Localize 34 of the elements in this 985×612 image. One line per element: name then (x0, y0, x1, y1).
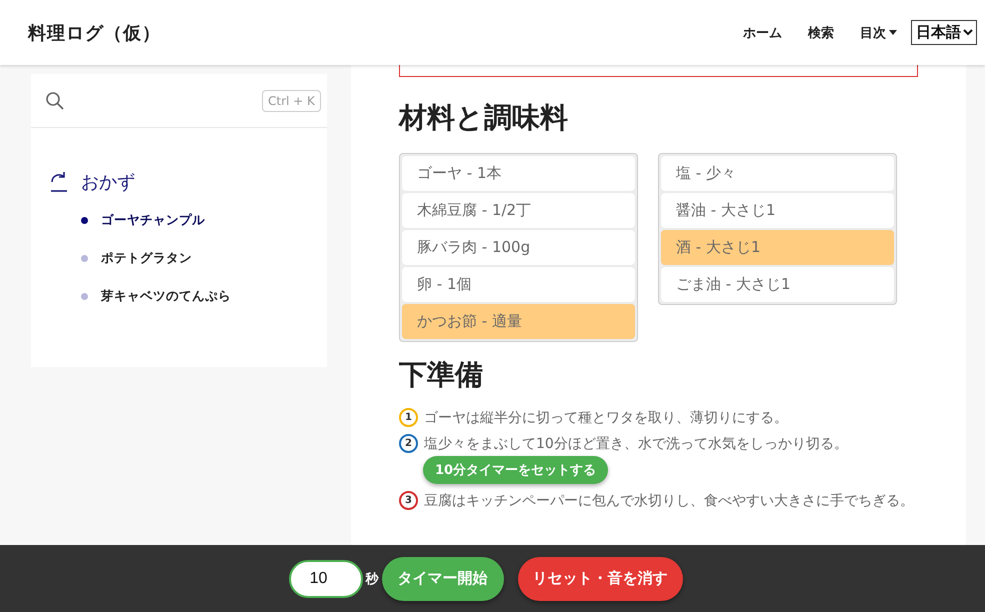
seconds-input[interactable]: 10 (288, 560, 362, 598)
ingredient-item[interactable]: ごま油 - 大さじ1 (661, 267, 894, 302)
step-number: 1 (399, 408, 418, 427)
recipe-link[interactable]: ポテトグラタン (101, 250, 192, 267)
shortcut-hint: Ctrl + K (262, 90, 321, 112)
section-heading: 材料と調味料 (399, 100, 569, 136)
caret-icon (889, 30, 897, 35)
step-text: ゴーヤは縦半分に切って種とワタを取り、薄切りにする。 (424, 408, 788, 426)
recipe-link[interactable]: 芽キャベツのてんぷら (101, 288, 231, 305)
ingredient-item[interactable]: 木綿豆腐 - 1/2丁 (402, 193, 635, 228)
ingredient-item[interactable]: 塩 - 少々 (661, 156, 894, 191)
site-title[interactable]: 料理ログ（仮） (28, 20, 743, 44)
toc-dropdown[interactable]: 目次 (860, 24, 897, 42)
ingredient-item[interactable]: かつお節 - 適量 (402, 304, 635, 339)
step-text: 豆腐はキッチンペーパーに包んで水切りし、食べやすい大きさに手でちぎる。 (424, 492, 914, 510)
nav-link[interactable]: 検索 (808, 24, 834, 42)
search-icon (45, 90, 65, 110)
chevron-icon (963, 29, 973, 36)
reset-button[interactable]: リセット・音を消す (518, 556, 682, 600)
step-number: 3 (399, 491, 418, 510)
ingredient-item[interactable]: 酒 - 大さじ1 (661, 230, 894, 265)
ingredient-item[interactable]: 卵 - 1個 (402, 267, 635, 302)
category-label[interactable]: おかず (81, 170, 135, 194)
step-number: 2 (399, 434, 418, 453)
section-heading: 下準備 (399, 357, 484, 393)
ingredient-item[interactable]: 豚バラ肉 - 100g (402, 230, 635, 265)
step-text: 塩少々をまぶして10分ほど置き、水で洗って水気をしっかり切る。 (424, 434, 848, 452)
seconds-unit: 秒 (366, 570, 378, 588)
language-select[interactable]: 日本語 (911, 20, 977, 45)
ingredient-item[interactable]: ゴーヤ - 1本 (402, 156, 635, 191)
recipe-link[interactable]: ゴーヤチャンプル (101, 212, 205, 229)
ingredient-item[interactable]: 醤油 - 大さじ1 (661, 193, 894, 228)
nav-link[interactable]: ホーム (743, 24, 782, 42)
redo-arrow-icon (49, 171, 69, 193)
